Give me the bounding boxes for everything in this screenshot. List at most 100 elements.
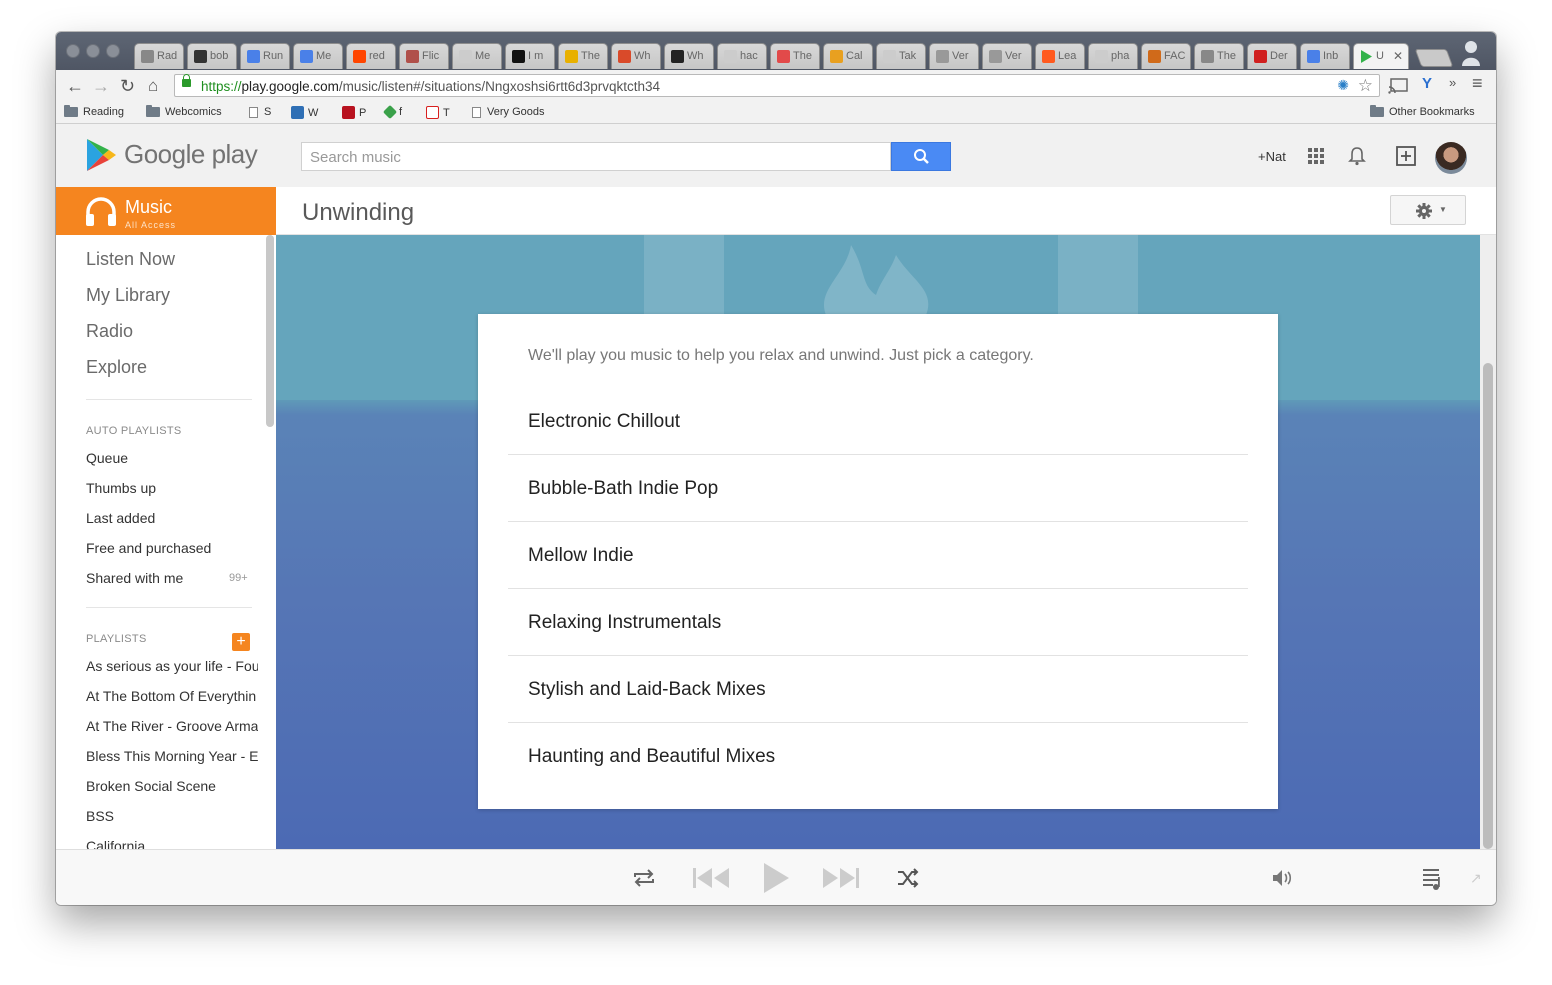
playlist-item[interactable]: As serious as your life - Fou [86,658,258,674]
expand-arrow-icon[interactable]: ↗ [1470,870,1482,887]
playlist-item[interactable]: At The River - Groove Arma [86,718,258,734]
auto-playlist-queue[interactable]: Queue [86,450,258,466]
bookmark-reading[interactable]: Reading [64,105,124,118]
auto-playlist-thumbs-up[interactable]: Thumbs up [86,480,258,496]
menu-icon[interactable]: ≡ [1472,73,1483,94]
category-label: Haunting and Beautiful Mixes [528,746,776,767]
browser-tab[interactable]: Ver [929,43,979,69]
browser-tab[interactable]: I m [505,43,555,69]
category-bubble-bath-indie-pop[interactable]: Bubble-Bath Indie Pop [508,455,1248,522]
browser-tab[interactable]: FAC [1141,43,1191,69]
music-all-access-badge[interactable]: Music All Access [56,187,276,235]
browser-tab[interactable]: Flic [399,43,449,69]
browser-tab[interactable]: bob [187,43,237,69]
previous-track-icon[interactable] [692,867,732,889]
browser-tab[interactable]: The [1194,43,1244,69]
playlist-item[interactable]: Broken Social Scene [86,778,258,794]
bookmark-webcomics[interactable]: Webcomics [146,105,222,118]
volume-icon[interactable] [1271,868,1293,888]
notifications-bell-icon[interactable] [1348,146,1366,166]
browser-tab[interactable]: Lea [1035,43,1085,69]
bookmark-p[interactable]: P [342,106,366,119]
next-track-icon[interactable] [820,867,860,889]
search-button[interactable] [891,142,951,171]
profile-icon[interactable] [1460,38,1482,66]
browser-tab[interactable]: Der [1247,43,1297,69]
browser-tab[interactable]: Inb [1300,43,1350,69]
tab-favicon-icon [247,50,260,63]
category-relaxing-instrumentals[interactable]: Relaxing Instrumentals [508,589,1248,656]
browser-tab[interactable]: Wh [611,43,661,69]
browser-tab[interactable]: Tak [876,43,926,69]
bookmark-t[interactable]: T [426,106,450,119]
add-playlist-button[interactable]: + [232,633,250,651]
more-extensions-icon[interactable]: » [1449,75,1456,90]
bookmark-very-goods[interactable]: Very Goods [472,106,544,118]
extension-icon[interactable]: ✺ [1337,77,1349,94]
browser-tab[interactable]: Wh [664,43,714,69]
bookmark-label: T [443,106,450,119]
queue-icon[interactable] [1422,867,1442,891]
home-icon[interactable]: ⌂ [148,76,158,96]
browser-tab[interactable]: Me [452,43,502,69]
playlist-item[interactable]: Bless This Morning Year - E [86,748,258,764]
browser-tab[interactable]: Rad [134,43,184,69]
browser-tab[interactable]: hac [717,43,767,69]
close-tab-icon[interactable]: ✕ [1393,49,1403,63]
browser-tab[interactable]: Run [240,43,290,69]
nav-listen-now[interactable]: Listen Now [86,249,175,270]
category-mellow-indie[interactable]: Mellow Indie [508,522,1248,589]
category-haunting-beautiful[interactable]: Haunting and Beautiful Mixes [508,723,1248,790]
browser-tab-active[interactable]: U ✕ [1353,43,1409,69]
account-avatar[interactable] [1435,142,1467,174]
playlist-item[interactable]: California [86,838,258,849]
bookmark-star-icon[interactable]: ☆ [1358,76,1373,96]
browser-tab[interactable]: The [558,43,608,69]
category-stylish-laid-back[interactable]: Stylish and Laid-Back Mixes [508,656,1248,723]
nav-explore[interactable]: Explore [86,357,147,378]
sidebar-scrollbar[interactable] [266,235,274,427]
google-plus-link[interactable]: +Nat [1258,149,1286,164]
browser-tab[interactable]: Me [293,43,343,69]
nav-my-library[interactable]: My Library [86,285,170,306]
minimize-window-button[interactable] [86,44,100,58]
tab-favicon-icon [989,50,1002,63]
search-input[interactable]: Search music [301,142,891,171]
zoom-window-button[interactable] [106,44,120,58]
settings-menu-button[interactable]: ▼ [1390,195,1466,225]
new-tab-button[interactable] [1414,49,1454,67]
share-plus-icon[interactable] [1396,146,1416,166]
google-play-logo-icon[interactable] [86,138,118,172]
back-arrow-icon[interactable]: ← [66,76,84,96]
bookmark-f[interactable]: f [382,104,402,120]
nav-radio[interactable]: Radio [86,321,133,342]
cast-icon[interactable] [1388,78,1408,94]
extension-y-icon[interactable]: Y [1422,75,1432,92]
browser-tab[interactable]: red [346,43,396,69]
auto-playlists-heading: AUTO PLAYLISTS [86,425,182,437]
bookmark-w[interactable]: W [291,106,318,119]
sidebar-divider [86,399,252,400]
bookmark-s[interactable]: S [249,106,271,118]
playlist-item[interactable]: At The Bottom Of Everythin [86,688,258,704]
main-scrollbar[interactable] [1480,235,1496,849]
browser-tab[interactable]: Ver [982,43,1032,69]
forward-arrow-icon[interactable]: → [92,76,110,96]
reload-icon[interactable]: ↻ [120,76,135,96]
apps-grid-icon[interactable] [1308,148,1324,164]
address-bar[interactable]: https://play.google.com/music/listen#/si… [174,74,1380,97]
browser-tab[interactable]: pha [1088,43,1138,69]
other-bookmarks[interactable]: Other Bookmarks [1370,105,1475,118]
close-window-button[interactable] [66,44,80,58]
playlist-item[interactable]: BSS [86,808,258,824]
shuffle-icon[interactable] [897,868,919,888]
browser-tab[interactable]: Cal [823,43,873,69]
browser-tab[interactable]: The [770,43,820,69]
category-electronic-chillout[interactable]: Electronic Chillout [508,388,1248,455]
repeat-icon[interactable] [632,868,656,888]
auto-playlist-last-added[interactable]: Last added [86,510,258,526]
scrollbar-thumb[interactable] [1483,363,1493,849]
google-play-favicon-icon [1361,50,1372,63]
play-icon[interactable] [762,862,790,894]
auto-playlist-free-purchased[interactable]: Free and purchased [86,540,258,556]
